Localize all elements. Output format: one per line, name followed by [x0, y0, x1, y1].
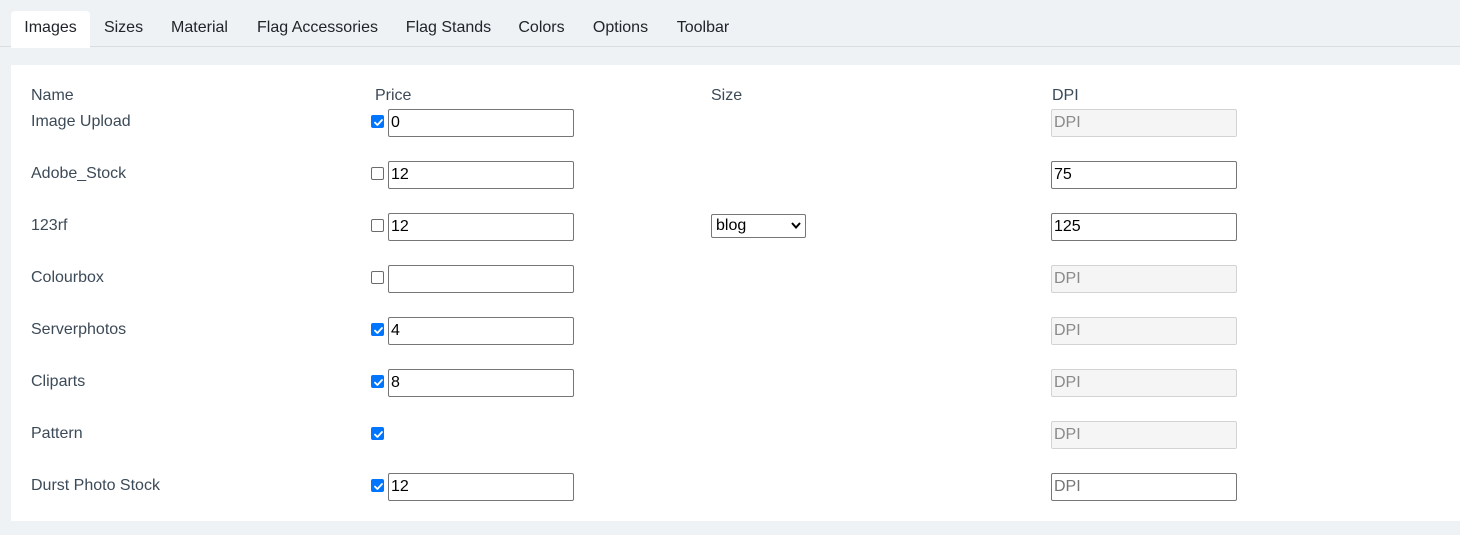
row-name: Serverphotos — [31, 321, 127, 338]
tab-bar: Images Sizes Material Flag Accessories F… — [0, 0, 1460, 48]
tab-options[interactable]: Options — [583, 11, 658, 47]
tab-colors[interactable]: Colors — [509, 11, 574, 47]
checkmark-icon — [374, 379, 383, 386]
price-enabled-checkbox[interactable] — [371, 479, 384, 492]
tab-toolbar[interactable]: Toolbar — [667, 11, 739, 47]
price-input[interactable] — [388, 213, 574, 241]
price-input[interactable] — [388, 161, 574, 189]
price-input[interactable] — [388, 109, 574, 137]
row-name: Image Upload — [31, 113, 131, 130]
dpi-input[interactable] — [1051, 421, 1237, 449]
checkmark-icon — [374, 431, 383, 438]
row-name: Cliparts — [31, 373, 86, 390]
price-input[interactable] — [388, 369, 574, 397]
dpi-input[interactable] — [1051, 109, 1237, 137]
price-input[interactable] — [388, 265, 574, 293]
checkmark-icon — [374, 483, 383, 490]
price-enabled-checkbox[interactable] — [371, 271, 384, 284]
tab-images[interactable]: Images — [11, 11, 90, 48]
column-header-name: Name — [31, 87, 74, 104]
dpi-input[interactable] — [1051, 265, 1237, 293]
price-enabled-checkbox[interactable] — [371, 427, 384, 440]
chevron-down-icon — [791, 222, 801, 229]
checkmark-icon — [374, 327, 383, 334]
row-name: 123rf — [31, 217, 68, 234]
column-header-size: Size — [711, 87, 743, 104]
tab-sizes[interactable]: Sizes — [94, 11, 153, 47]
price-enabled-checkbox[interactable] — [371, 323, 384, 336]
dpi-input[interactable] — [1051, 369, 1237, 397]
row-name: Adobe_Stock — [31, 165, 127, 182]
dpi-input[interactable] — [1051, 473, 1237, 501]
dpi-input[interactable] — [1051, 317, 1237, 345]
size-select-value: blog — [716, 217, 747, 234]
price-enabled-checkbox[interactable] — [371, 375, 384, 388]
dpi-input[interactable] — [1051, 161, 1237, 189]
column-header-price: Price — [375, 87, 412, 104]
price-input[interactable] — [388, 317, 574, 345]
size-select[interactable]: blog — [711, 214, 806, 238]
dpi-input[interactable] — [1051, 213, 1237, 241]
column-header-dpi: DPI — [1052, 87, 1079, 104]
price-input[interactable] — [388, 473, 574, 501]
tab-material[interactable]: Material — [160, 11, 239, 47]
row-name: Pattern — [31, 425, 83, 442]
tab-flag-stands[interactable]: Flag Stands — [397, 11, 500, 47]
row-name: Durst Photo Stock — [31, 477, 160, 494]
images-panel — [11, 65, 1460, 521]
price-enabled-checkbox[interactable] — [371, 167, 384, 180]
checkmark-icon — [374, 119, 383, 126]
price-enabled-checkbox[interactable] — [371, 115, 384, 128]
tab-flag-accessories[interactable]: Flag Accessories — [247, 11, 388, 47]
price-enabled-checkbox[interactable] — [371, 219, 384, 232]
row-name: Colourbox — [31, 269, 104, 286]
